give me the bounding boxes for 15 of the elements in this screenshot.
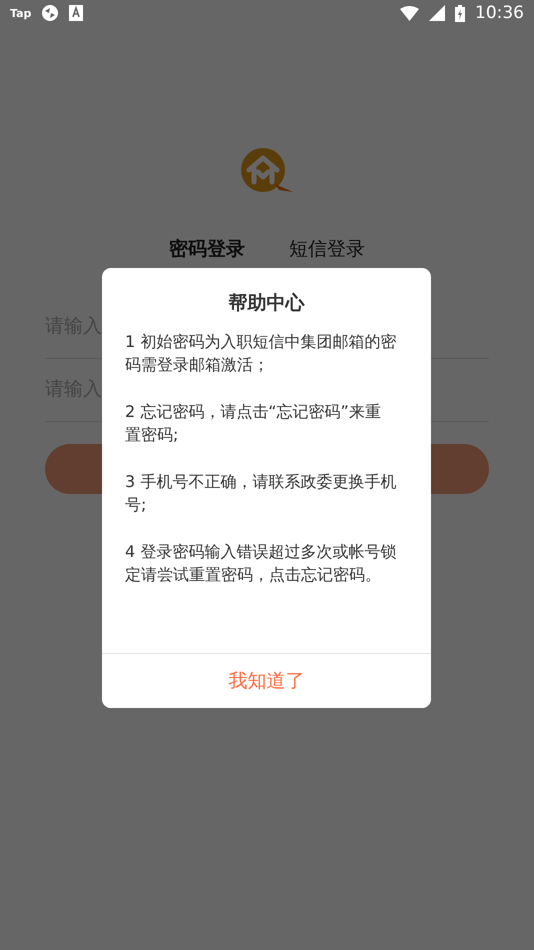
help-paragraph: 1 初始密码为入职短信中集团邮箱的密码需登录邮箱激活； xyxy=(125,331,397,376)
dialog-title: 帮助中心 xyxy=(228,291,306,316)
battery-icon xyxy=(455,4,465,22)
help-paragraph: 2 忘记密码，请点击“忘记密码”来重置密码; xyxy=(125,401,382,446)
wifi-icon xyxy=(400,6,419,20)
signal-icon xyxy=(429,5,445,21)
login-tab[interactable]: 密码登录 xyxy=(169,236,245,262)
app-icon xyxy=(41,4,60,22)
clock-time: 10:36 xyxy=(475,3,524,23)
letter-icon xyxy=(69,5,84,21)
acknowledge-button[interactable]: 我知道了 xyxy=(102,653,431,708)
app-label: Tap xyxy=(10,6,32,20)
help-paragraph: 3 手机号不正确，请联系政委更换手机号; xyxy=(125,471,397,516)
login-tab[interactable]: 短信登录 xyxy=(289,236,365,262)
help-paragraph: 4 登录密码输入错误超过多次或帐号锁定请尝试重置密码，点击忘记密码。 xyxy=(125,541,397,586)
